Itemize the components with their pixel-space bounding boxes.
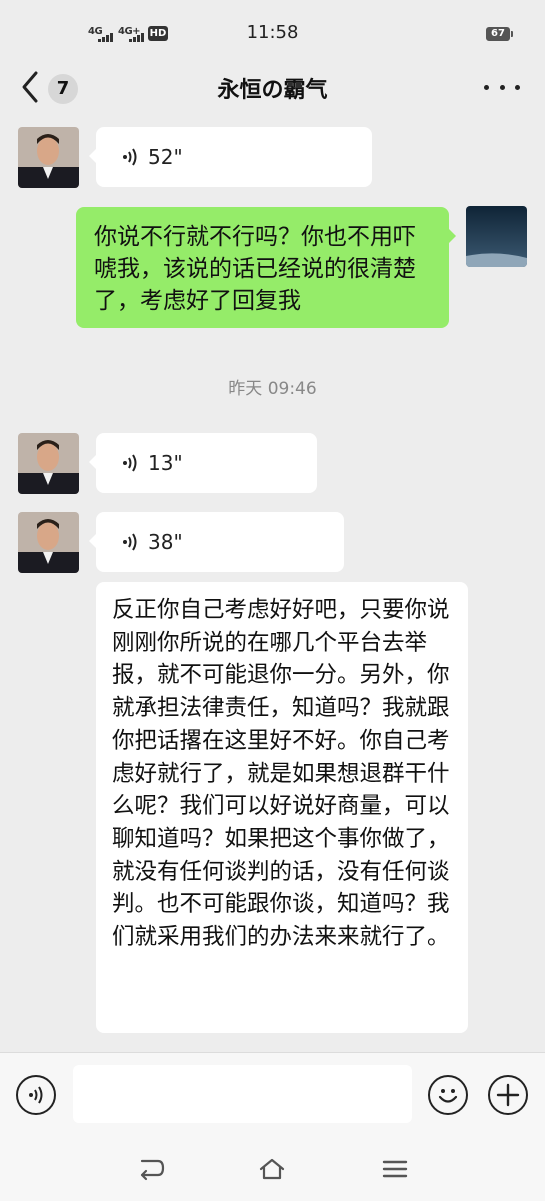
nav-home-icon (259, 1158, 285, 1180)
more-icon-dot (515, 84, 520, 90)
voice-wave-icon (123, 454, 137, 472)
nav-back-button[interactable] (136, 1154, 166, 1184)
message-text: 反正你自己考虑好好吧，只要你说刚刚你所说的在哪几个平台去举报，就不可能退你一分。… (112, 597, 450, 951)
voice-message[interactable]: 52" (89, 127, 372, 187)
status-bar: 4G 4G+ HD 11:58 67 (0, 0, 545, 66)
chat-title: 永恒の霸气 (217, 78, 328, 103)
add-icon (496, 1083, 520, 1107)
nav-menu-icon (382, 1160, 408, 1178)
voice-duration: 13" (148, 451, 183, 475)
battery-icon: 67 (486, 27, 513, 41)
voice-wave-icon (123, 148, 137, 166)
nav-home-button[interactable] (257, 1154, 287, 1184)
voice-mode-icon (29, 1086, 43, 1104)
voice-duration: 52" (148, 145, 183, 169)
voice-message[interactable]: 13" (89, 433, 317, 493)
nav-back-icon (140, 1159, 165, 1181)
contact-avatar[interactable] (18, 127, 79, 188)
message-timestamp: 昨天 09:46 (228, 379, 317, 399)
status-time: 11:58 (246, 22, 299, 43)
emoji-button[interactable] (428, 1075, 468, 1115)
voice-transcription[interactable]: 反正你自己考虑好好吧，只要你说刚刚你所说的在哪几个平台去举报，就不可能退你一分。… (96, 582, 468, 1033)
message-text: 你说不行就不行吗？你也不用吓唬我，该说的话已经说的很清楚了，考虑好了回复我 (94, 224, 416, 314)
more-button[interactable] (484, 72, 520, 102)
my-avatar[interactable] (466, 206, 527, 267)
voice-message[interactable]: 38" (89, 512, 344, 572)
contact-avatar[interactable] (18, 512, 79, 573)
emoji-icon (438, 1089, 458, 1103)
chat-header: 7 永恒の霸气 (0, 62, 545, 118)
voice-wave-icon (123, 533, 137, 551)
nav-menu-button[interactable] (380, 1154, 410, 1184)
system-navigation-bar (0, 1140, 545, 1200)
sent-text-message[interactable]: 你说不行就不行吗？你也不用吓唬我，该说的话已经说的很清楚了，考虑好了回复我 (76, 207, 456, 328)
more-icon-dot (499, 84, 505, 90)
contact-avatar[interactable] (18, 433, 79, 494)
voice-duration: 38" (148, 530, 183, 554)
add-button[interactable] (488, 1075, 528, 1115)
message-input[interactable] (73, 1065, 412, 1123)
more-icon (484, 84, 489, 90)
voice-mode-button[interactable] (16, 1075, 56, 1115)
